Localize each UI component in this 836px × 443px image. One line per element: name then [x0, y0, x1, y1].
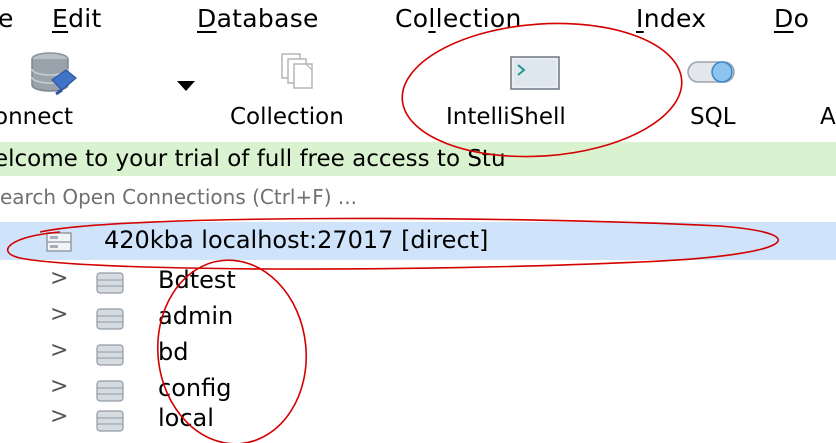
- menu-collection-mnemonic: l: [428, 4, 436, 33]
- sql-toggle-icon: [687, 61, 735, 83]
- menu-collection-rest: lection: [435, 4, 522, 33]
- database-label: bd: [158, 338, 189, 366]
- database-label: local: [158, 404, 214, 432]
- connect-label: onnect: [0, 104, 74, 130]
- trial-banner[interactable]: elcome to your trial of full free access…: [0, 142, 836, 176]
- database-icon: [96, 272, 124, 294]
- database-label: Bdtest: [158, 266, 236, 294]
- dropdown-arrow-icon[interactable]: [176, 80, 196, 92]
- search-connections-input[interactable]: [0, 180, 836, 214]
- menu-collection[interactable]: Collection: [395, 4, 522, 33]
- database-icon: [96, 344, 124, 366]
- database-icon: [96, 308, 124, 330]
- collection-label: Collection: [230, 104, 344, 130]
- database-icon: [96, 410, 124, 432]
- tree-database-row[interactable]: > bd: [0, 336, 500, 372]
- collection-button[interactable]: Collection: [226, 42, 406, 138]
- intellishell-label: IntelliShell: [446, 104, 566, 130]
- toolbar: onnect Collection IntelliShell SQL A: [0, 42, 836, 138]
- tree-database-row[interactable]: > local: [0, 402, 500, 438]
- menu-database-rest: atabase: [216, 4, 319, 33]
- menu-documents-mnemonic: D: [774, 4, 794, 33]
- chevron-right-icon[interactable]: >: [50, 404, 68, 429]
- menu-database-mnemonic: D: [197, 4, 217, 33]
- menu-index-rest: ndex: [643, 4, 707, 33]
- menu-edit-rest: dit: [68, 4, 102, 33]
- menu-edit[interactable]: Edit: [52, 4, 102, 33]
- menu-file[interactable]: e: [0, 4, 14, 33]
- menu-edit-mnemonic: E: [52, 4, 69, 33]
- connection-row[interactable]: 420kba localhost:27017 [direct]: [0, 222, 836, 260]
- chevron-right-icon[interactable]: >: [50, 338, 68, 363]
- menu-index[interactable]: Index: [636, 4, 706, 33]
- menu-file-text: e: [0, 4, 14, 33]
- connection-label: 420kba localhost:27017 [direct]: [104, 226, 489, 254]
- trial-banner-text: elcome to your trial of full free access…: [0, 146, 506, 172]
- menu-documents[interactable]: Do: [774, 4, 809, 33]
- tree-database-row[interactable]: > admin: [0, 300, 500, 336]
- connect-button[interactable]: onnect: [0, 42, 150, 138]
- menu-database[interactable]: Database: [197, 4, 319, 33]
- menu-documents-rest: o: [793, 4, 810, 33]
- next-tool-label[interactable]: A: [820, 104, 836, 130]
- tree-database-row[interactable]: > Bdtest: [0, 264, 500, 300]
- server-icon: [46, 232, 72, 252]
- chevron-right-icon[interactable]: >: [50, 374, 68, 399]
- intellishell-button[interactable]: IntelliShell: [440, 42, 650, 138]
- database-label: admin: [158, 302, 234, 330]
- database-connect-icon: [31, 52, 77, 96]
- menu-bar: e Edit Database Collection Index Do: [0, 0, 836, 42]
- menu-index-mnemonic: I: [636, 4, 644, 33]
- database-icon: [96, 380, 124, 402]
- menu-collection-text: Co: [395, 4, 429, 33]
- collection-icon: [281, 53, 313, 89]
- chevron-right-icon[interactable]: >: [50, 302, 68, 327]
- chevron-right-icon[interactable]: >: [50, 266, 68, 291]
- database-label: config: [158, 374, 232, 402]
- sql-button[interactable]: SQL: [680, 42, 790, 138]
- sql-label: SQL: [690, 104, 736, 130]
- shell-terminal-icon: [510, 56, 560, 90]
